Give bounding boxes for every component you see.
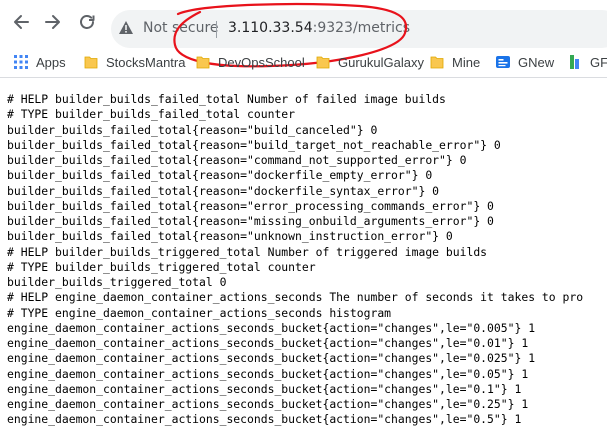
metrics-line: builder_builds_failed_total{reason="buil… xyxy=(7,137,501,152)
metrics-line: engine_daemon_container_actions_seconds_… xyxy=(7,381,522,396)
metrics-line: engine_daemon_container_actions_seconds_… xyxy=(7,397,529,411)
folder-icon xyxy=(316,55,330,69)
metrics-line: builder_builds_failed_total{reason="unkn… xyxy=(7,229,453,244)
metrics-line: builder_builds_triggered_total 0 xyxy=(7,275,227,289)
toolbar-divider xyxy=(0,77,607,78)
bookmark-label: StocksMantra xyxy=(106,54,186,70)
address-separator xyxy=(216,21,217,38)
metrics-line: builder_builds_failed_total{reason="dock… xyxy=(7,183,440,198)
metrics-line: engine_daemon_container_actions_seconds_… xyxy=(7,412,522,427)
bookmark-label: GF xyxy=(590,54,607,70)
bookmark-label: GurukulGalaxy xyxy=(338,54,424,70)
forward-button[interactable] xyxy=(40,9,66,35)
bookmark-gnews[interactable]: GNew xyxy=(496,48,554,76)
metrics-line: # TYPE builder_builds_triggered_total co… xyxy=(7,259,316,274)
folder-icon xyxy=(430,55,444,69)
arrow-right-icon xyxy=(45,15,60,29)
arrow-left-icon xyxy=(14,15,29,29)
metrics-output: # HELP builder_builds_failed_total Numbe… xyxy=(7,92,583,428)
gf-icon xyxy=(570,55,582,69)
folder-icon xyxy=(196,55,210,69)
metrics-line: builder_builds_failed_total{reason="dock… xyxy=(7,168,433,183)
metrics-line: # TYPE engine_daemon_container_actions_s… xyxy=(7,305,392,320)
metrics-line: engine_daemon_container_actions_seconds_… xyxy=(7,366,529,381)
metrics-line: # HELP engine_daemon_container_actions_s… xyxy=(7,290,584,305)
metrics-line: engine_daemon_container_actions_seconds_… xyxy=(7,351,536,366)
bookmark-label: GNew xyxy=(518,54,555,70)
bookmark-label: DevOpsSchool xyxy=(218,54,305,70)
folder-icon xyxy=(84,55,98,69)
bookmark-mine[interactable]: Mine xyxy=(430,48,480,76)
metrics-line: builder_builds_failed_total{reason="miss… xyxy=(7,214,494,228)
metrics-line: engine_daemon_container_actions_seconds_… xyxy=(7,336,529,350)
reload-icon xyxy=(80,15,95,29)
bookmark-label: Apps xyxy=(36,54,66,70)
bookmark-stocksmantra[interactable]: StocksMantra xyxy=(84,48,185,76)
apps-grid-icon xyxy=(14,55,28,69)
bookmark-gurukulgalaxy[interactable]: GurukulGalaxy xyxy=(316,48,424,76)
metrics-line: # HELP builder_builds_failed_total Numbe… xyxy=(7,92,446,106)
metrics-line: builder_builds_failed_total{reason="comm… xyxy=(7,153,467,167)
url-text[interactable]: 3.110.33.54:9323/metrics xyxy=(228,20,410,36)
url-host: 3.110.33.54 xyxy=(228,20,313,36)
reload-button[interactable] xyxy=(74,9,100,35)
bookmark-devopsschool[interactable]: DevOpsSchool xyxy=(196,48,305,76)
metrics-line: engine_daemon_container_actions_seconds_… xyxy=(7,320,536,335)
bookmark-label: Mine xyxy=(452,54,481,70)
metrics-line: builder_builds_failed_total{reason="buil… xyxy=(7,122,378,137)
security-status-label[interactable]: Not secure xyxy=(143,20,219,36)
warning-triangle-icon[interactable] xyxy=(118,20,134,40)
metrics-line: # HELP builder_builds_triggered_total Nu… xyxy=(7,244,488,259)
metrics-line: builder_builds_failed_total{reason="erro… xyxy=(7,198,494,213)
gnews-icon xyxy=(496,55,510,69)
bookmark-gf[interactable]: GF xyxy=(570,48,607,76)
back-button[interactable] xyxy=(8,9,34,35)
bookmark-apps[interactable]: Apps xyxy=(14,48,66,76)
bookmarks-bar: Apps StocksMantra DevOpsSchool GurukulGa… xyxy=(0,48,607,76)
metrics-line: # TYPE builder_builds_failed_total count… xyxy=(7,107,296,122)
url-path: :9323/metrics xyxy=(312,20,411,36)
